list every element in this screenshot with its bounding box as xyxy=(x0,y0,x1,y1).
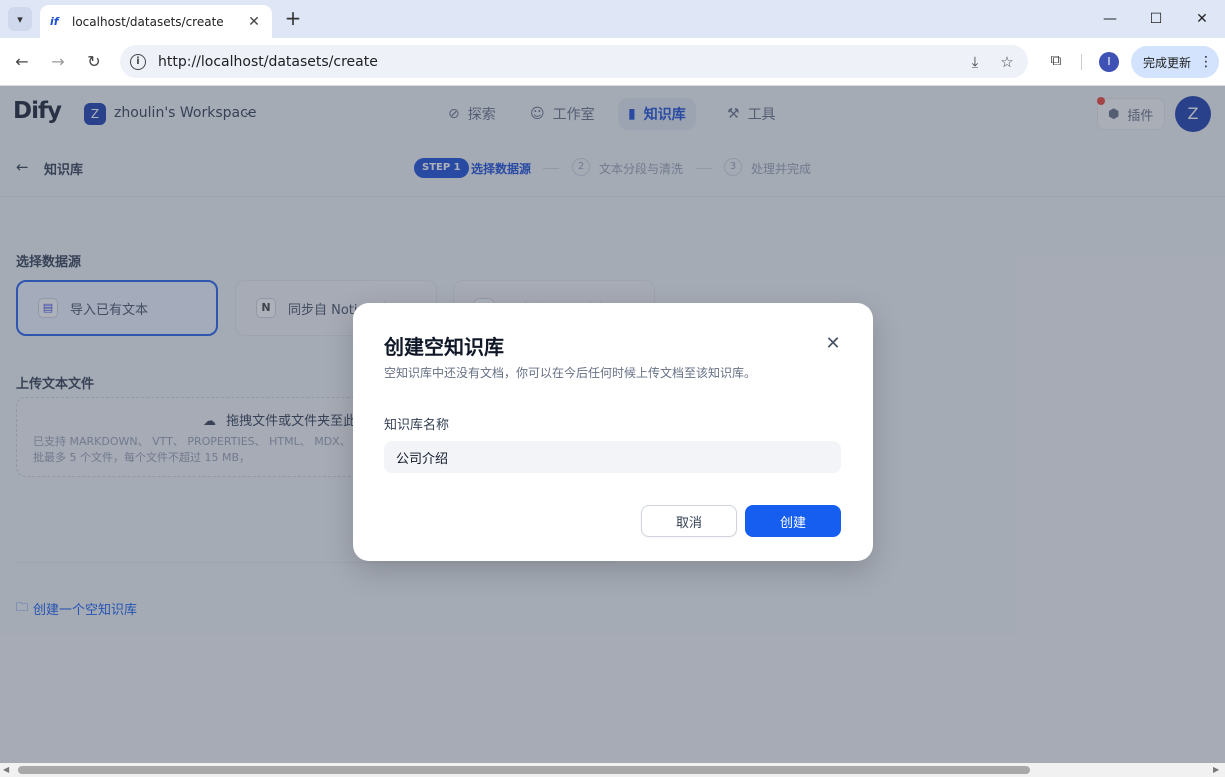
knowledge-name-label: 知识库名称 xyxy=(384,418,450,433)
tab-search-chevron-icon[interactable]: ▾ xyxy=(8,7,32,31)
site-info-icon[interactable]: i xyxy=(130,53,146,70)
install-app-icon[interactable]: ⤓ xyxy=(964,53,986,71)
dialog-title: 创建空知识库 xyxy=(384,335,504,359)
url-text[interactable]: http://localhost/datasets/create xyxy=(158,54,954,70)
new-tab-plus-icon[interactable]: + xyxy=(282,6,304,32)
browser-tab-bar: ▾ if localhost/datasets/create ✕ + — ☐ ✕ xyxy=(0,0,1225,38)
bookmark-star-icon[interactable]: ☆ xyxy=(996,53,1018,71)
create-button[interactable]: 创建 xyxy=(745,505,841,537)
back-arrow-icon[interactable]: ← xyxy=(10,50,34,74)
browser-toolbar: ← → ↻ i http://localhost/datasets/create… xyxy=(0,38,1225,86)
knowledge-name-input[interactable] xyxy=(384,441,841,473)
dialog-close-icon[interactable]: ✕ xyxy=(823,333,843,354)
tab-favicon-icon: if xyxy=(50,15,59,28)
maximize-icon[interactable]: ☐ xyxy=(1133,6,1179,32)
dialog-description: 空知识库中还没有文档，你可以在今后任何时候上传文档至该知识库。 xyxy=(384,366,757,380)
tab-close-icon[interactable]: ✕ xyxy=(246,14,262,30)
toolbar-separator xyxy=(1081,54,1082,70)
reload-icon[interactable]: ↻ xyxy=(82,50,106,74)
minimize-icon[interactable]: — xyxy=(1087,6,1133,32)
scrollbar-thumb[interactable] xyxy=(18,766,1030,774)
scroll-left-icon[interactable]: ◀ xyxy=(3,765,9,774)
tab-title: localhost/datasets/create xyxy=(72,14,224,29)
browser-tab[interactable]: if localhost/datasets/create ✕ xyxy=(40,5,272,38)
scroll-right-icon[interactable]: ▶ xyxy=(1213,765,1219,774)
address-bar[interactable]: i http://localhost/datasets/create ⤓ ☆ xyxy=(120,45,1028,78)
forward-arrow-icon[interactable]: → xyxy=(46,50,70,74)
cancel-button[interactable]: 取消 xyxy=(641,505,737,537)
window-close-icon[interactable]: ✕ xyxy=(1179,6,1225,32)
update-button[interactable]: 完成更新 ⋮ xyxy=(1131,46,1219,78)
update-label: 完成更新 xyxy=(1143,55,1192,70)
horizontal-scrollbar[interactable]: ◀ ▶ xyxy=(0,763,1225,777)
profile-avatar[interactable]: I xyxy=(1099,52,1119,72)
create-empty-knowledge-dialog: 创建空知识库 ✕ 空知识库中还没有文档，你可以在今后任何时候上传文档至该知识库。… xyxy=(353,303,873,561)
extensions-puzzle-icon[interactable]: ⧉ xyxy=(1045,51,1067,73)
more-vertical-icon: ⋮ xyxy=(1199,54,1214,70)
